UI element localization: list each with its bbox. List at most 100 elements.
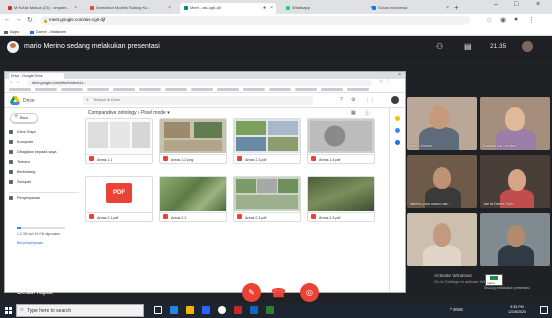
presenter-avatar [7, 41, 19, 53]
sidebar-item-recent: Terbaru [9, 160, 30, 164]
participant-tile[interactable] [480, 213, 550, 266]
sidebar-item-computers: Komputer [9, 140, 33, 144]
profile-icon[interactable]: ● [514, 16, 518, 23]
bookmark-apps[interactable]: Apps [4, 29, 19, 34]
participant-tile[interactable]: alberto pulo rosmo wa... [407, 155, 477, 208]
participant-tile[interactable]: Kabaria Lan berdan [480, 97, 550, 150]
participants-icon[interactable]: ⚇ [436, 42, 443, 51]
mic-off-button[interactable]: ✎ [242, 283, 261, 302]
file-thumbnail [308, 119, 374, 153]
presenting-banner: mario Merino sedang melakukan presentasi [24, 43, 160, 50]
grid-view-icon: ▦ [351, 110, 356, 116]
self-preview-thumbnail [490, 276, 498, 280]
file-name: Areas 1.3.pdf [234, 154, 300, 163]
system-tray[interactable]: ^ ENG [450, 307, 463, 312]
file-explorer-icon[interactable] [186, 306, 194, 314]
meeting-clock: 21.35 [490, 43, 507, 50]
more-menu-icon: ☆ ⋮ [379, 79, 390, 85]
buy-storage-link: Beli penyimpanan [17, 241, 44, 245]
excel-icon[interactable] [266, 306, 274, 314]
file-card: Areas 2.4.pdf [307, 176, 375, 222]
reload-icon[interactable]: ↻ [27, 16, 33, 24]
browser-tab-whatsapp[interactable]: Whatsapp× [282, 3, 376, 14]
browser-tab-strip: M Kotak Masuk (23) - smpahi... × Animatio… [0, 0, 552, 14]
gmail-icon [8, 6, 12, 10]
close-icon[interactable]: × [446, 5, 449, 11]
browser-tab-meet[interactable]: Meet - ais-cgit-djf ● × [180, 3, 276, 14]
taskbar-clock[interactable]: 9:35 PM 12/28/2020 [508, 305, 526, 315]
drive-logo-icon [10, 96, 20, 105]
hang-up-button[interactable]: ☎ [271, 286, 286, 300]
user-avatar[interactable] [522, 41, 533, 52]
file-thumbnail [86, 119, 152, 153]
file-thumbnail [308, 177, 374, 211]
edge-icon[interactable] [170, 306, 178, 314]
address-bar[interactable]: 🔒 meet.google.com/ais-cgit-djf [40, 16, 470, 25]
youtube-icon [90, 6, 94, 10]
bookmarks-bar: Apps Dome - Mataram [0, 27, 552, 36]
close-icon[interactable]: × [270, 5, 273, 11]
store-icon[interactable] [202, 306, 210, 314]
file-card: Areas 1.3.pdf [233, 118, 301, 164]
apps-grid-icon [4, 30, 8, 34]
close-icon[interactable]: × [168, 5, 171, 11]
search-icon: ○ [20, 307, 24, 313]
extension-icon[interactable]: ◉ [500, 16, 506, 24]
back-arrow-icon[interactable]: ← [4, 16, 11, 23]
search-icon: ⌕ [86, 97, 89, 103]
computer-icon [9, 140, 13, 144]
forward-arrow-icon[interactable]: → [15, 16, 22, 23]
tasks-icon [395, 140, 400, 145]
shared-address-bar: ← → drive.google.com/drive/folders/1x...… [5, 79, 405, 87]
file-thumbnail [160, 119, 226, 153]
drive-title: Drive [23, 98, 35, 104]
file-name: Areas 1.2.png [160, 154, 226, 163]
browser-tab-solusi[interactable]: Solusi Indonesia × [368, 3, 452, 14]
close-icon[interactable]: × [74, 5, 77, 11]
breadcrumb: Comparative ontology › Pixel mode ▾ [88, 110, 170, 116]
file-card: PDF Areas 2.1.pdf [85, 176, 153, 222]
word-icon[interactable] [250, 306, 258, 314]
file-card: Areas 1.2.png [159, 118, 227, 164]
participant-tile[interactable]: Jue la Dema Eplo... [480, 155, 550, 208]
windows-taskbar: ○ Type here to search ^ ENG 9:35 PM 12/2… [0, 303, 552, 318]
close-icon: × [398, 72, 401, 78]
notification-icon[interactable] [540, 306, 548, 314]
taskbar-search-input[interactable]: ○ Type here to search [16, 304, 144, 317]
file-card: Areas 1.1 [85, 118, 153, 164]
chrome-icon[interactable] [218, 306, 226, 314]
participant-tile[interactable] [407, 213, 477, 266]
storage-progress-bar [17, 227, 65, 229]
browser-tab-animation[interactable]: Animation Models Sidang Ku... × [86, 3, 174, 14]
site-icon [372, 6, 376, 10]
sidebar-item-my-drive: Drive Saya [9, 130, 36, 134]
file-card: Areas 1.4.pdf [307, 118, 375, 164]
new-tab-button[interactable]: + [454, 3, 459, 12]
camera-off-button[interactable]: ◎ [300, 283, 319, 302]
chat-icon[interactable]: ▤ [464, 42, 472, 51]
browser-tab-gmail[interactable]: M Kotak Masuk (23) - smpahi... × [4, 3, 80, 14]
window-close-button[interactable]: × [536, 1, 540, 8]
bookmark-dome[interactable]: Dome - Mataram [30, 29, 66, 34]
task-view-icon[interactable] [154, 306, 162, 314]
back-arrow-icon: ← → [9, 79, 21, 85]
meeting-details-button[interactable]: Detail rapat ^ [17, 289, 61, 296]
bookmark-star-icon[interactable]: ☆ [486, 16, 492, 24]
minimize-button[interactable]: – [494, 1, 498, 8]
apps-grid-icon: ⋮⋮ [365, 97, 375, 103]
recording-dot-icon: ● [262, 5, 266, 11]
app-icon[interactable] [234, 306, 242, 314]
participant-tile[interactable]: mario Merino [407, 97, 477, 150]
people-icon [9, 150, 13, 154]
meet-header: mario Merino sedang melakukan presentasi… [0, 36, 552, 58]
drive-side-panel [389, 108, 405, 292]
drive-icon [9, 130, 13, 134]
cloud-icon [9, 196, 13, 200]
more-menu-icon[interactable]: ⋮ [528, 16, 535, 24]
maximize-button[interactable]: □ [514, 1, 518, 8]
drive-header: Drive ⌕ Telusuri di Drive ? ⚙ ⋮⋮ [5, 93, 405, 108]
pdf-icon: PDF [106, 183, 132, 203]
file-thumbnail [234, 177, 300, 211]
shared-tab-strip: Drive - Google Drive × [5, 72, 405, 79]
windows-start-button[interactable] [5, 307, 12, 314]
